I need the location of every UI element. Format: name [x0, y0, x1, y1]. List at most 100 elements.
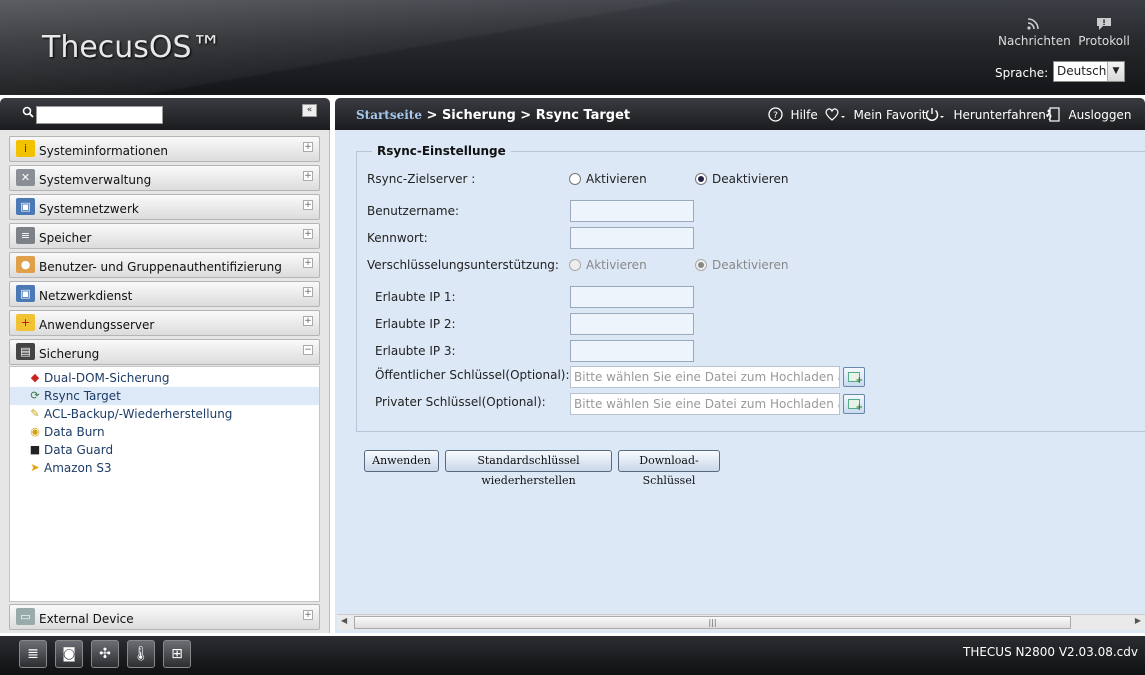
- server-status-icon[interactable]: ≣: [19, 640, 47, 668]
- expand-icon[interactable]: +: [303, 258, 313, 268]
- allowed-ip1-label: Erlaubte IP 1:: [375, 290, 456, 304]
- sidebar: i Systeminformationen + ✕ Systemverwaltu…: [0, 130, 330, 633]
- favorite-button[interactable]: Mein Favorit: [824, 107, 927, 123]
- sidebar-item-external-device[interactable]: ▭ External Device +: [9, 604, 320, 630]
- private-key-upload-button[interactable]: [843, 394, 865, 414]
- info-icon: i: [16, 140, 35, 157]
- sidebar-item-sicherung[interactable]: ▤ Sicherung −: [9, 339, 320, 365]
- speech-bubble-icon: [1069, 16, 1139, 34]
- target-server-disable-radio[interactable]: Deaktivieren: [695, 172, 788, 186]
- amazon-s3-icon: ➤: [30, 461, 40, 474]
- private-key-file-input[interactable]: Bitte wählen Sie eine Datei zum Hochlade…: [570, 393, 840, 415]
- help-icon: ?: [768, 107, 787, 123]
- sidebar-item-label: Speicher: [39, 231, 92, 245]
- sidebar-item-label: Systemnetzwerk: [39, 202, 139, 216]
- scrollbar-thumb[interactable]: |||: [354, 616, 1071, 629]
- upload-file-icon: [848, 399, 863, 413]
- sidebar-item-systemverwaltung[interactable]: ✕ Systemverwaltung +: [9, 165, 320, 191]
- log-link[interactable]: Protokoll: [1069, 16, 1139, 48]
- sidebar-item-speicher[interactable]: ≡ Speicher +: [9, 223, 320, 249]
- sidebar-item-systeminformationen[interactable]: i Systeminformationen +: [9, 136, 320, 162]
- collapse-icon[interactable]: −: [303, 345, 313, 355]
- breadcrumb-home[interactable]: Startseite: [356, 108, 422, 122]
- tools-icon: ✕: [16, 169, 35, 186]
- sidebar-item-label: Systeminformationen: [39, 144, 168, 158]
- public-key-label: Öffentlicher Schlüssel(Optional):: [375, 368, 570, 382]
- heart-icon: [824, 107, 850, 123]
- expand-icon[interactable]: +: [303, 142, 313, 152]
- scroll-right-icon[interactable]: ▶: [1135, 616, 1141, 625]
- encryption-disable-radio[interactable]: Deaktivieren: [695, 258, 788, 272]
- expand-icon[interactable]: +: [303, 610, 313, 620]
- status-footer: ≣ ◙ ✣ 🌡 ⊞ THECUS N2800 V2.03.08.cdv: [0, 636, 1145, 675]
- sub-item-rsync-target[interactable]: ⟳ Rsync Target: [10, 387, 319, 405]
- breadcrumb-section: Sicherung: [441, 108, 516, 123]
- chevron-down-icon: ▼: [1107, 62, 1124, 81]
- dual-dom-icon: ◆: [30, 371, 40, 384]
- sidebar-item-benutzer-gruppen[interactable]: ● Benutzer- und Gruppenauthentifizierung…: [9, 252, 320, 278]
- thecus-logo: ThecusOS™: [42, 30, 222, 65]
- network-icon: ▣: [16, 198, 35, 215]
- rsync-settings-fieldset: Rsync-Einstellunge: [356, 144, 1145, 432]
- encryption-enable-radio[interactable]: Aktivieren: [569, 258, 647, 272]
- sub-item-dual-dom[interactable]: ◆ Dual-DOM-Sicherung: [10, 369, 319, 387]
- sidebar-item-label: Netzwerkdienst: [39, 289, 133, 303]
- network-service-icon: ▣: [16, 285, 35, 302]
- storage-icon: ≡: [16, 227, 35, 244]
- username-label: Benutzername:: [367, 204, 460, 218]
- scroll-left-icon[interactable]: ◀: [341, 616, 347, 625]
- fieldset-legend: Rsync-Einstellunge: [377, 144, 506, 158]
- sidebar-item-netzwerkdienst[interactable]: ▣ Netzwerkdienst +: [9, 281, 320, 307]
- sidebar-item-systemnetzwerk[interactable]: ▣ Systemnetzwerk +: [9, 194, 320, 220]
- language-value: Deutsch: [1057, 64, 1107, 78]
- sub-item-acl-backup[interactable]: ✎ ACL-Backup/-Wiederherstellung: [10, 405, 319, 423]
- data-burn-icon: ◉: [30, 425, 40, 438]
- password-input[interactable]: [570, 227, 694, 249]
- shutdown-button[interactable]: Herunterfahren: [924, 107, 1046, 123]
- encryption-label: Verschlüsselungsunterstützung:: [367, 258, 559, 272]
- expand-icon[interactable]: +: [303, 229, 313, 239]
- collapse-sidebar-button[interactable]: «: [302, 104, 317, 117]
- target-server-label: Rsync-Zielserver :: [367, 172, 476, 186]
- rss-icon: [998, 16, 1068, 34]
- password-label: Kennwort:: [367, 231, 428, 245]
- expand-icon[interactable]: +: [303, 200, 313, 210]
- target-server-enable-radio[interactable]: Aktivieren: [569, 172, 647, 186]
- sicherung-submenu: ◆ Dual-DOM-Sicherung ⟳ Rsync Target ✎ AC…: [9, 366, 320, 602]
- news-link[interactable]: Nachrichten: [998, 16, 1071, 48]
- sub-item-data-burn[interactable]: ◉ Data Burn: [10, 423, 319, 441]
- apply-button[interactable]: Anwenden: [364, 450, 439, 472]
- temperature-icon[interactable]: 🌡: [127, 640, 155, 668]
- breadcrumb-page: Rsync Target: [535, 108, 631, 123]
- allowed-ip3-input[interactable]: [570, 340, 694, 362]
- disk-icon[interactable]: ◙: [55, 640, 83, 668]
- svg-text:?: ?: [773, 111, 778, 121]
- allowed-ip1-input[interactable]: [570, 286, 694, 308]
- help-button[interactable]: ? Hilfe: [768, 107, 818, 123]
- expand-icon[interactable]: +: [303, 171, 313, 181]
- logout-button[interactable]: Ausloggen: [1045, 107, 1131, 123]
- sidebar-search-input[interactable]: [36, 106, 163, 124]
- expand-icon[interactable]: +: [303, 287, 313, 297]
- sub-item-amazon-s3[interactable]: ➤ Amazon S3: [10, 459, 319, 477]
- public-key-file-input[interactable]: Bitte wählen Sie eine Datei zum Hochlade…: [570, 366, 840, 388]
- public-key-upload-button[interactable]: [843, 367, 865, 387]
- download-key-button[interactable]: Download-Schlüssel: [618, 450, 720, 487]
- expand-icon[interactable]: +: [303, 316, 313, 326]
- network-status-icon[interactable]: ⊞: [163, 640, 191, 668]
- allowed-ip2-input[interactable]: [570, 313, 694, 335]
- sidebar-item-anwendungsserver[interactable]: + Anwendungsserver +: [9, 310, 320, 336]
- language-select[interactable]: Deutsch ▼: [1053, 61, 1125, 82]
- horizontal-scrollbar[interactable]: ◀ ||| ▶: [337, 614, 1145, 630]
- fan-icon[interactable]: ✣: [91, 640, 119, 668]
- data-guard-icon: ■: [29, 443, 41, 456]
- app-server-icon: +: [16, 314, 35, 331]
- external-device-icon: ▭: [16, 608, 35, 625]
- content-header: Startseite > Sicherung > Rsync Target ? …: [335, 98, 1145, 130]
- username-input[interactable]: [570, 200, 694, 222]
- sub-item-data-guard[interactable]: ■ Data Guard: [10, 441, 319, 459]
- firmware-version: THECUS N2800 V2.03.08.cdv: [962, 645, 1138, 659]
- main-content: Rsync-Einstellunge Rsync-Zielserver : Ak…: [335, 130, 1145, 633]
- sidebar-item-label: External Device: [39, 612, 134, 626]
- restore-default-keys-button[interactable]: Standardschlüssel wiederherstellen: [445, 450, 612, 487]
